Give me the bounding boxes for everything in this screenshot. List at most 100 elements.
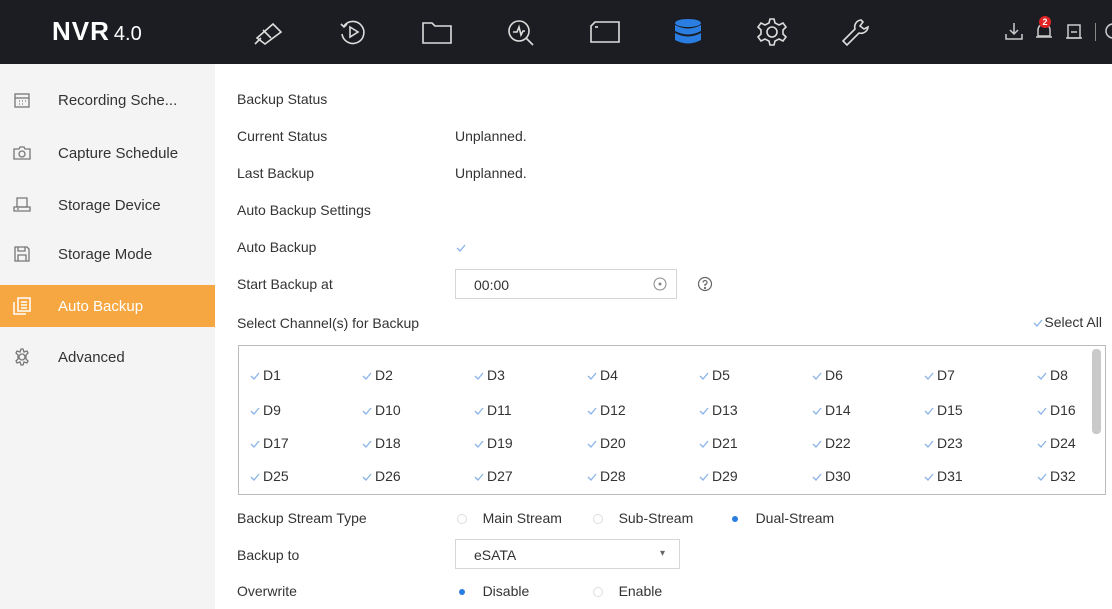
stream-option-dual[interactable]: Dual-Stream: [730, 510, 834, 526]
channel-checkbox[interactable]: D7: [923, 367, 955, 383]
channel-label: D32: [1050, 468, 1076, 484]
stream-option-label: Main Stream: [482, 510, 562, 526]
channel-checkbox[interactable]: D9: [249, 402, 281, 418]
channel-label: D13: [712, 402, 738, 418]
sidebar-item-advanced[interactable]: Advanced: [0, 336, 215, 378]
channel-checkbox[interactable]: D16: [1036, 402, 1076, 418]
channel-label: D2: [375, 367, 393, 383]
alarm-bell-icon[interactable]: 2: [1033, 16, 1057, 44]
channel-label: D18: [375, 435, 401, 451]
current-status-label: Current Status: [237, 128, 328, 144]
channel-checkbox[interactable]: D20: [586, 435, 626, 451]
overwrite-option-label: Disable: [482, 583, 530, 599]
channel-checkbox[interactable]: D23: [923, 435, 963, 451]
configuration-icon[interactable]: [752, 14, 792, 50]
clock-icon[interactable]: [652, 276, 668, 292]
channel-label: D5: [712, 367, 730, 383]
stream-option-label: Dual-Stream: [755, 510, 835, 526]
notification-icon[interactable]: [1063, 20, 1087, 44]
channel-label: D20: [600, 435, 626, 451]
backup-icon: [12, 296, 32, 316]
sidebar-item-label: Storage Mode: [58, 245, 153, 263]
channel-checkbox[interactable]: D17: [249, 435, 289, 451]
select-all-checkbox[interactable]: Select All: [1032, 314, 1102, 330]
channel-checkbox[interactable]: D1: [249, 367, 281, 383]
top-bar: NVR 4.0 2: [0, 0, 1112, 64]
alarm-count-badge: 2: [1039, 16, 1051, 28]
auto-backup-checkbox[interactable]: [455, 239, 467, 255]
download-icon[interactable]: [1003, 20, 1027, 44]
storage-icon[interactable]: [668, 14, 708, 50]
channel-label: D29: [712, 468, 738, 484]
channel-checkbox[interactable]: D12: [586, 402, 626, 418]
channel-checkbox[interactable]: D27: [473, 468, 513, 484]
channel-label: D30: [825, 468, 851, 484]
sidebar-item-capture-schedule[interactable]: Capture Schedule: [0, 132, 215, 174]
sidebar-item-recording-schedule[interactable]: Recording Sche...: [0, 79, 215, 121]
channel-label: D9: [263, 402, 281, 418]
overwrite-option-disable[interactable]: Disable: [457, 583, 529, 599]
stream-type-label: Backup Stream Type: [237, 510, 367, 526]
channel-checkbox[interactable]: D26: [361, 468, 401, 484]
channel-checkbox[interactable]: D4: [586, 367, 618, 383]
channel-checkbox[interactable]: D28: [586, 468, 626, 484]
logo-main: NVR: [52, 16, 110, 46]
channel-checkbox[interactable]: D6: [811, 367, 843, 383]
channel-checkbox[interactable]: D14: [811, 402, 851, 418]
playback-icon[interactable]: [333, 14, 373, 50]
channel-label: D1: [263, 367, 281, 383]
sidebar-item-storage-device[interactable]: Storage Device: [0, 184, 215, 226]
channel-checkbox[interactable]: D25: [249, 468, 289, 484]
channel-label: D15: [937, 402, 963, 418]
backup-to-value: eSATA: [474, 547, 517, 563]
channel-label: D24: [1050, 435, 1076, 451]
power-icon[interactable]: [1102, 20, 1112, 44]
channel-checkbox[interactable]: D31: [923, 468, 963, 484]
channel-label: D25: [263, 468, 289, 484]
channel-checkbox[interactable]: D8: [1036, 367, 1068, 383]
channel-checkbox[interactable]: D19: [473, 435, 513, 451]
help-icon[interactable]: [697, 276, 713, 292]
overwrite-label: Overwrite: [237, 583, 297, 599]
channel-checkbox[interactable]: D30: [811, 468, 851, 484]
gear-icon: [12, 347, 32, 367]
channel-label: D28: [600, 468, 626, 484]
channel-checkbox[interactable]: D5: [698, 367, 730, 383]
channel-checkbox[interactable]: D13: [698, 402, 738, 418]
maintenance-icon[interactable]: [836, 14, 876, 50]
sidebar-item-storage-mode[interactable]: Storage Mode: [0, 233, 215, 275]
start-backup-time-input[interactable]: 00:00: [455, 269, 677, 299]
stream-option-main[interactable]: Main Stream: [457, 510, 562, 526]
channel-checkbox[interactable]: D18: [361, 435, 401, 451]
channel-icon[interactable]: [585, 14, 625, 50]
backup-to-select[interactable]: eSATA ▾: [455, 539, 680, 569]
channel-list-scrollbar[interactable]: [1092, 349, 1101, 434]
stream-option-sub[interactable]: Sub-Stream: [593, 510, 693, 526]
channel-checkbox[interactable]: D15: [923, 402, 963, 418]
auto-backup-settings-title: Auto Backup Settings: [237, 202, 371, 218]
channel-list[interactable]: D1 D2 D3 D4 D5 D6 D7 D8 D9 D10 D11 D12 D13 D14 D15 D16 D…: [238, 345, 1106, 495]
start-backup-time-value: 00:00: [474, 277, 510, 293]
smart-analysis-icon[interactable]: [501, 14, 541, 50]
logo: NVR 4.0: [52, 16, 142, 47]
channel-label: D23: [937, 435, 963, 451]
channel-checkbox[interactable]: D22: [811, 435, 851, 451]
auto-backup-label: Auto Backup: [237, 239, 317, 255]
channel-label: D31: [937, 468, 963, 484]
channel-checkbox[interactable]: D29: [698, 468, 738, 484]
live-view-icon[interactable]: [248, 14, 288, 50]
channel-checkbox[interactable]: D10: [361, 402, 401, 418]
overwrite-option-enable[interactable]: Enable: [593, 583, 662, 599]
channel-checkbox[interactable]: D3: [473, 367, 505, 383]
storage-device-icon: [12, 195, 32, 215]
channel-checkbox[interactable]: D2: [361, 367, 393, 383]
channel-checkbox[interactable]: D24: [1036, 435, 1076, 451]
channel-checkbox[interactable]: D11: [473, 402, 512, 418]
channel-checkbox[interactable]: D32: [1036, 468, 1076, 484]
channel-checkbox[interactable]: D21: [698, 435, 738, 451]
auto-backup-panel: Backup Status Current Status Unplanned. …: [215, 64, 1112, 609]
file-management-icon[interactable]: [417, 14, 457, 50]
sidebar-item-auto-backup[interactable]: Auto Backup: [0, 285, 215, 327]
channel-label: D4: [600, 367, 618, 383]
save-icon: [12, 244, 32, 264]
